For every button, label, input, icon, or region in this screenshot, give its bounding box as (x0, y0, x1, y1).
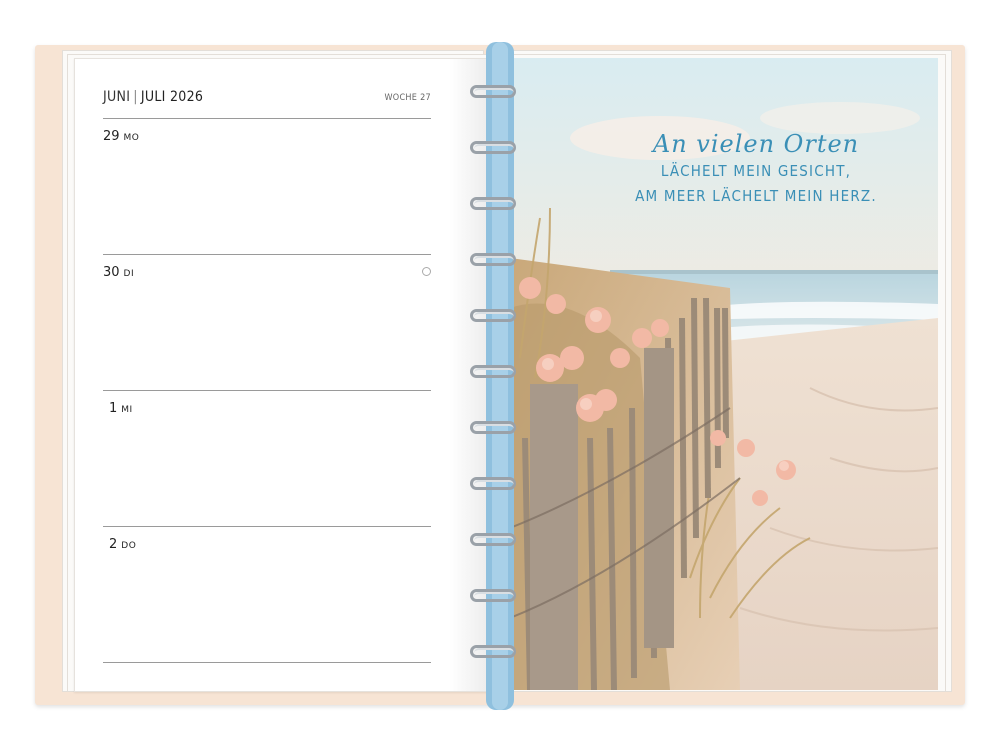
day-entry[interactable]: 30 DI (103, 261, 134, 280)
day-entry[interactable]: 29 MO (103, 125, 139, 144)
day-number: 1 (109, 401, 118, 416)
day-entry[interactable]: 2 DO (109, 533, 136, 552)
divider-line (103, 526, 431, 527)
day-number: 2 (109, 537, 118, 552)
week-number: WOCHE 27 (384, 93, 431, 103)
quote-line: LÄCHELT MEIN GESICHT, (660, 162, 852, 180)
day-weekday: DI (123, 269, 135, 279)
month-label: JUNI | JULI 2026 (103, 89, 203, 105)
spiral-ring (470, 475, 534, 493)
divider-line (103, 118, 431, 119)
spiral-ring (470, 643, 534, 661)
planner-week-page: JUNI | JULI 2026 WOCHE 27 29 MO 30 DI 1 MI 2D… (74, 58, 490, 692)
day-weekday: DO (121, 541, 137, 551)
day-weekday: MO (123, 133, 140, 143)
divider-line (103, 662, 431, 663)
month-separator: | (133, 89, 138, 105)
spiral-ring (470, 307, 534, 325)
day-weekday: MI (121, 405, 133, 415)
month-prev: JUNI (103, 89, 131, 105)
day-number: 29 (103, 129, 120, 144)
photo-page: An vielen Orten LÄCHELT MEIN GESICHT, AM… (510, 58, 938, 690)
divider-line (103, 254, 431, 255)
quote-line: AM MEER LÄCHELT MEIN HERZ. (635, 187, 877, 205)
spiral-ring (470, 195, 534, 213)
spiral-ring (470, 587, 534, 605)
quote-script-line: An vielen Orten (652, 130, 860, 158)
spiral-ring (470, 251, 534, 269)
page-header: JUNI | JULI 2026 WOCHE 27 (103, 89, 431, 115)
day-entry[interactable]: 1 MI (109, 397, 133, 416)
month-current: JULI 2026 (140, 89, 204, 105)
day-number: 30 (103, 265, 120, 280)
spiral-ring (470, 531, 534, 549)
spiral-ring (470, 139, 534, 157)
quote-block: An vielen Orten LÄCHELT MEIN GESICHT, AM… (606, 130, 906, 208)
divider-line (103, 390, 431, 391)
spiral-ring (470, 83, 534, 101)
moon-phase-icon (422, 267, 431, 276)
spiral-ring (470, 363, 534, 381)
spiral-ring (470, 419, 534, 437)
